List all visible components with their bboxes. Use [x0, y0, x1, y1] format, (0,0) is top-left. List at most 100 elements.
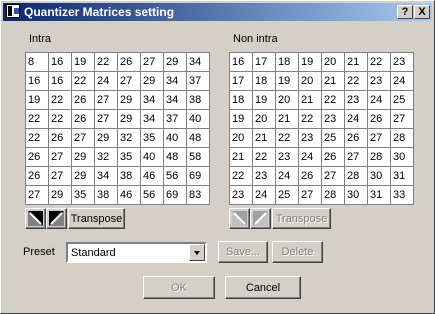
matrix-cell[interactable]: 22 [229, 166, 253, 186]
intra-flip-antidiagonal-button[interactable] [46, 208, 67, 229]
matrix-cell[interactable]: 27 [71, 128, 95, 148]
matrix-cell[interactable]: 23 [321, 109, 345, 129]
matrix-cell[interactable]: 17 [229, 71, 253, 91]
matrix-cell[interactable]: 22 [71, 71, 95, 91]
matrix-cell[interactable]: 25 [275, 185, 299, 205]
ok-button[interactable]: OK [143, 276, 215, 299]
matrix-cell[interactable]: 21 [321, 71, 345, 91]
intra-transpose-button[interactable]: Transpose [68, 208, 125, 229]
matrix-cell[interactable]: 56 [163, 166, 187, 186]
matrix-cell[interactable]: 29 [71, 166, 95, 186]
matrix-cell[interactable]: 24 [275, 166, 299, 186]
matrix-cell[interactable]: 69 [186, 166, 210, 186]
matrix-cell[interactable]: 27 [298, 185, 322, 205]
matrix-cell[interactable]: 48 [186, 128, 210, 148]
matrix-cell[interactable]: 26 [298, 166, 322, 186]
matrix-cell[interactable]: 27 [48, 147, 72, 167]
matrix-cell[interactable]: 32 [94, 147, 118, 167]
matrix-cell[interactable]: 20 [229, 128, 253, 148]
matrix-cell[interactable]: 26 [25, 166, 49, 186]
matrix-cell[interactable]: 19 [25, 90, 49, 110]
matrix-cell[interactable]: 30 [344, 185, 368, 205]
matrix-cell[interactable]: 27 [140, 52, 164, 72]
matrix-cell[interactable]: 18 [275, 52, 299, 72]
matrix-cell[interactable]: 28 [344, 166, 368, 186]
matrix-cell[interactable]: 21 [298, 90, 322, 110]
matrix-cell[interactable]: 26 [48, 128, 72, 148]
matrix-cell[interactable]: 25 [321, 128, 345, 148]
matrix-cell[interactable]: 31 [367, 185, 391, 205]
matrix-cell[interactable]: 22 [25, 128, 49, 148]
matrix-cell[interactable]: 23 [367, 71, 391, 91]
matrix-cell[interactable]: 34 [186, 52, 210, 72]
matrix-cell[interactable]: 26 [321, 147, 345, 167]
matrix-cell[interactable]: 26 [71, 90, 95, 110]
matrix-cell[interactable]: 27 [48, 166, 72, 186]
matrix-cell[interactable]: 24 [252, 185, 276, 205]
matrix-cell[interactable]: 27 [25, 185, 49, 205]
matrix-cell[interactable]: 22 [344, 71, 368, 91]
matrix-cell[interactable]: 26 [71, 109, 95, 129]
matrix-cell[interactable]: 24 [94, 71, 118, 91]
matrix-cell[interactable]: 25 [390, 90, 414, 110]
matrix-cell[interactable]: 19 [298, 52, 322, 72]
delete-button[interactable]: Delete [272, 241, 323, 263]
matrix-cell[interactable]: 34 [140, 109, 164, 129]
nonintra-transpose-button[interactable]: Transpose [272, 208, 331, 229]
matrix-cell[interactable]: 23 [275, 147, 299, 167]
matrix-cell[interactable]: 16 [25, 71, 49, 91]
matrix-cell[interactable]: 19 [71, 52, 95, 72]
matrix-cell[interactable]: 38 [94, 185, 118, 205]
matrix-cell[interactable]: 19 [275, 71, 299, 91]
matrix-cell[interactable]: 37 [186, 71, 210, 91]
matrix-cell[interactable]: 8 [25, 52, 49, 72]
cancel-button[interactable]: Cancel [225, 276, 301, 299]
matrix-cell[interactable]: 26 [344, 128, 368, 148]
matrix-cell[interactable]: 27 [390, 109, 414, 129]
matrix-cell[interactable]: 22 [25, 109, 49, 129]
matrix-cell[interactable]: 35 [71, 185, 95, 205]
matrix-cell[interactable]: 46 [140, 166, 164, 186]
matrix-cell[interactable]: 22 [321, 90, 345, 110]
matrix-cell[interactable]: 27 [367, 128, 391, 148]
matrix-cell[interactable]: 21 [252, 128, 276, 148]
matrix-cell[interactable]: 22 [298, 109, 322, 129]
matrix-cell[interactable]: 16 [48, 52, 72, 72]
matrix-cell[interactable]: 38 [117, 166, 141, 186]
matrix-cell[interactable]: 19 [229, 109, 253, 129]
matrix-cell[interactable]: 22 [252, 147, 276, 167]
matrix-cell[interactable]: 17 [252, 52, 276, 72]
matrix-cell[interactable]: 24 [344, 109, 368, 129]
matrix-cell[interactable]: 31 [390, 166, 414, 186]
matrix-cell[interactable]: 27 [117, 71, 141, 91]
matrix-cell[interactable]: 40 [186, 109, 210, 129]
matrix-cell[interactable]: 22 [48, 109, 72, 129]
matrix-cell[interactable]: 21 [275, 109, 299, 129]
matrix-cell[interactable]: 29 [94, 128, 118, 148]
matrix-cell[interactable]: 24 [367, 90, 391, 110]
preset-select[interactable]: Standard [66, 242, 207, 263]
matrix-cell[interactable]: 40 [140, 147, 164, 167]
matrix-cell[interactable]: 37 [163, 109, 187, 129]
nonintra-flip-antidiagonal-button[interactable] [250, 208, 271, 229]
matrix-cell[interactable]: 56 [140, 185, 164, 205]
matrix-cell[interactable]: 35 [140, 128, 164, 148]
matrix-cell[interactable]: 21 [344, 52, 368, 72]
matrix-cell[interactable]: 83 [186, 185, 210, 205]
matrix-cell[interactable]: 26 [117, 52, 141, 72]
help-button[interactable]: ? [397, 5, 413, 19]
matrix-cell[interactable]: 23 [344, 90, 368, 110]
matrix-cell[interactable]: 48 [163, 147, 187, 167]
matrix-cell[interactable]: 23 [390, 52, 414, 72]
matrix-cell[interactable]: 23 [229, 185, 253, 205]
matrix-cell[interactable]: 35 [117, 147, 141, 167]
matrix-cell[interactable]: 23 [252, 166, 276, 186]
matrix-cell[interactable]: 27 [94, 90, 118, 110]
matrix-cell[interactable]: 22 [367, 52, 391, 72]
matrix-cell[interactable]: 29 [117, 109, 141, 129]
matrix-cell[interactable]: 21 [229, 147, 253, 167]
matrix-cell[interactable]: 29 [163, 52, 187, 72]
matrix-cell[interactable]: 27 [344, 147, 368, 167]
nonintra-flip-diagonal-button[interactable] [229, 208, 250, 229]
matrix-cell[interactable]: 20 [298, 71, 322, 91]
